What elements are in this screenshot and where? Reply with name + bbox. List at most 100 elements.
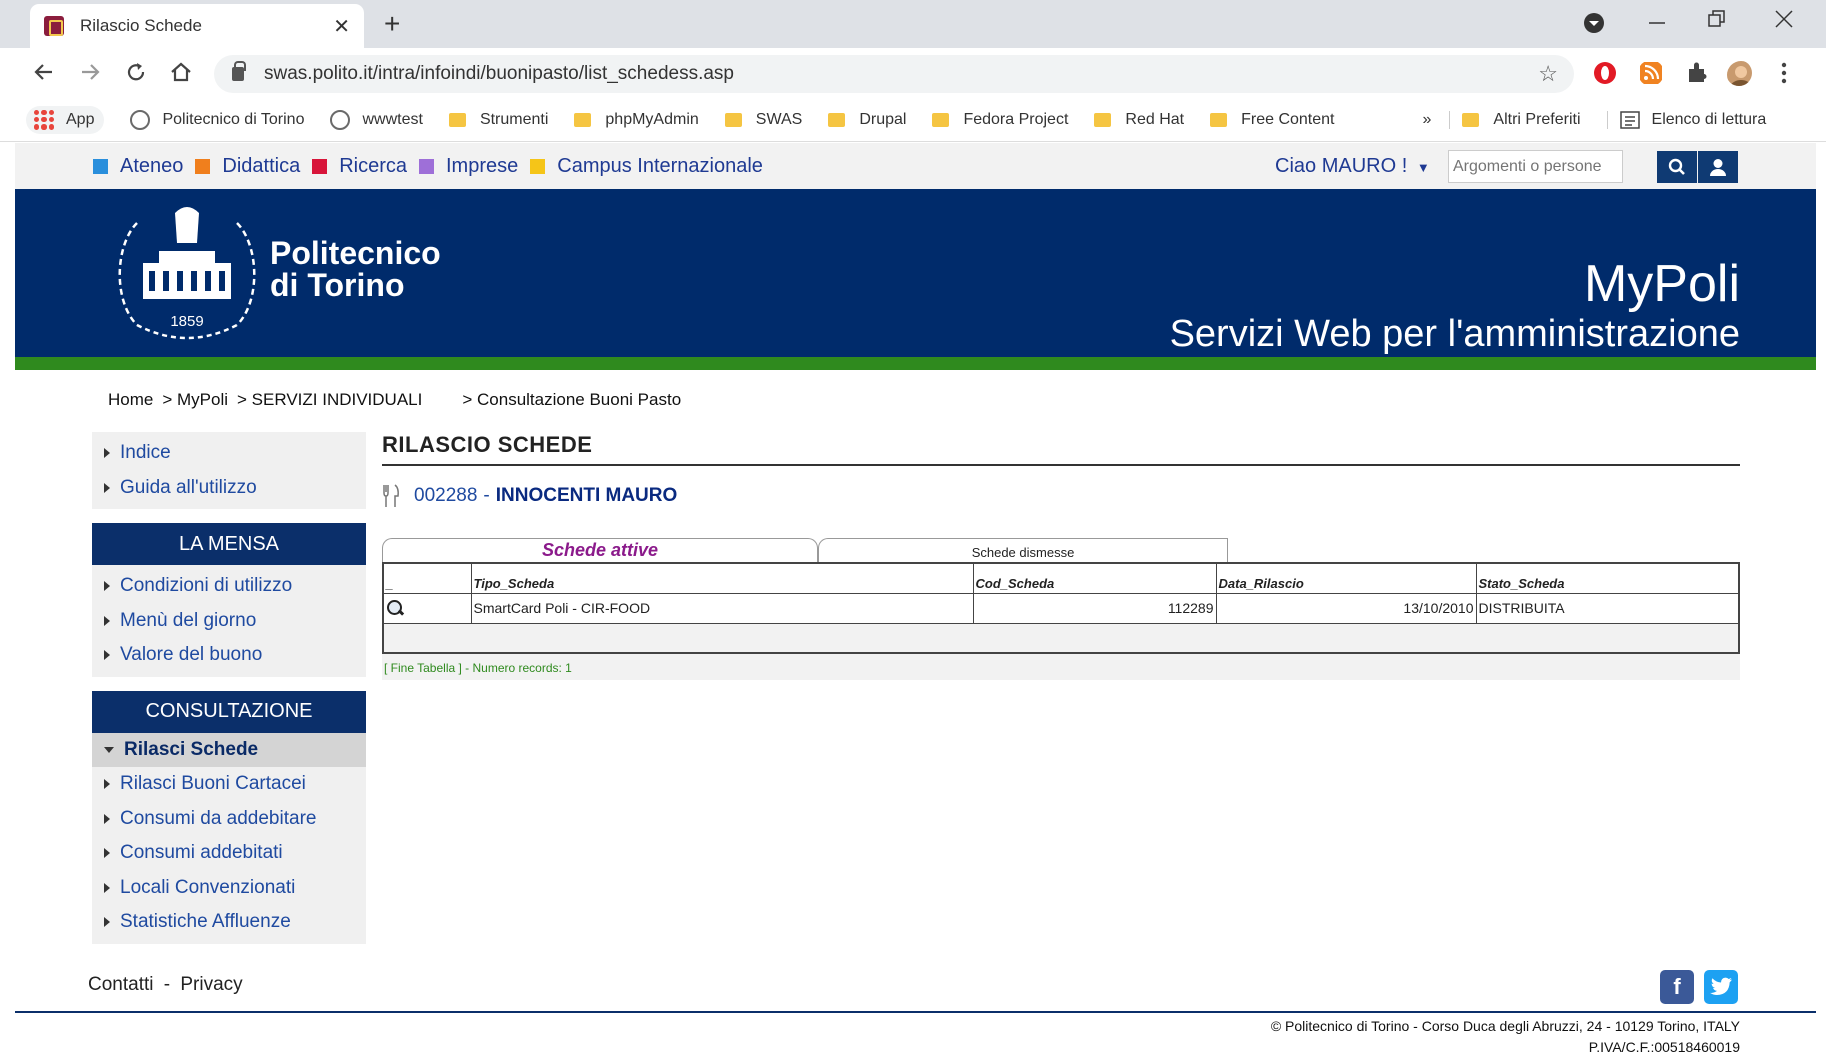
portal-label: Imprese [446,155,519,177]
cell-data-rilascio: 13/10/2010 [1215,592,1477,624]
detail-cell[interactable] [382,592,472,624]
portal-imprese[interactable]: Imprese [419,155,518,178]
triangle-right-icon [104,917,110,928]
bookmark-redhat[interactable]: Red Hat [1094,111,1184,129]
user-login-button[interactable] [1698,151,1738,183]
column-header[interactable]: Tipo_Scheda [470,562,974,594]
bookmark-apps[interactable]: App [26,105,105,134]
opera-extension-icon[interactable] [1592,60,1618,86]
portal-ricerca[interactable]: Ricerca [312,155,407,178]
portal-ateneo[interactable]: Ateneo [93,155,183,178]
sidebar-section-consultazione: CONSULTAZIONE [92,690,366,733]
home-icon[interactable] [168,59,194,85]
triangle-right-icon [104,650,110,661]
user-icon [1710,159,1726,176]
portal-campus[interactable]: Campus Internazionale [530,155,763,178]
breadcrumb-servizi[interactable]: > SERVIZI INDIVIDUALI [237,390,422,410]
bookmark-star-icon[interactable]: ☆ [1538,61,1558,87]
sidebar-item-label: Rilasci Buoni Cartacei [120,773,306,795]
sidebar-item-label: Consumi da addebitare [120,807,317,829]
rss-extension-icon[interactable] [1638,60,1664,86]
bookmark-altri-preferiti[interactable]: Altri Preferiti [1449,110,1581,129]
minimize-icon[interactable] [1648,12,1666,34]
cell-stato-scheda: DISTRIBUITA [1475,592,1740,624]
sidebar-item-menu[interactable]: Menù del giorno [92,604,366,639]
tab-close-icon[interactable]: ✕ [333,14,350,39]
portal-topbar: Ateneo Didattica Ricerca Imprese Campus … [15,143,1816,189]
column-header[interactable]: Data_Rilascio [1215,562,1477,594]
browser-tab[interactable]: Rilascio Schede ✕ [30,4,364,48]
politecnico-seal-logo[interactable]: 1859 [107,201,267,346]
matricola: 002288 [414,485,478,506]
site-globe-icon [130,109,151,130]
back-icon[interactable] [32,60,56,84]
sidebar-item-rilasci-schede[interactable]: Rilasci Schede [92,732,366,767]
sidebar-item-valore[interactable]: Valore del buono [92,638,366,673]
triangle-right-icon [104,448,110,459]
triangle-right-icon [104,482,110,493]
triangle-right-icon [104,779,110,790]
lock-icon [232,61,246,81]
sidebar-item-condizioni[interactable]: Condizioni di utilizzo [92,569,366,604]
bookmark-strumenti[interactable]: Strumenti [448,111,548,129]
bookmark-wwwtest[interactable]: wwwtest [330,109,423,130]
tab-title: Rilascio Schede [80,16,202,35]
bookmark-drupal[interactable]: Drupal [828,111,906,129]
bookmark-swas[interactable]: SWAS [724,111,802,129]
search-button[interactable] [1657,151,1697,183]
site-globe-icon [330,109,351,130]
reload-icon[interactable] [124,60,148,84]
sidebar-item-indice[interactable]: Indice [92,436,366,471]
bookmark-label: Drupal [859,110,907,128]
sidebar-item-guida[interactable]: Guida all'utilizzo [92,471,366,506]
account-menu-icon[interactable] [1583,12,1605,34]
twitter-icon[interactable] [1704,970,1738,1004]
extensions-puzzle-icon[interactable] [1684,60,1710,86]
more-bookmarks-chevron-icon[interactable]: » [1422,111,1431,129]
copyright-address: © Politecnico di Torino - Corso Duca deg… [1270,1018,1740,1034]
forward-icon[interactable] [78,60,102,84]
folder-icon [1210,112,1228,127]
breadcrumb-home[interactable]: Home [108,390,153,410]
address-bar[interactable]: swas.polito.it/intra/infoindi/buonipasto… [214,55,1574,93]
new-tab-button[interactable]: + [384,8,400,40]
sidebar-item-label: Statistiche Affluenze [120,911,291,933]
color-square-icon [195,159,211,174]
restore-icon[interactable] [1708,10,1726,28]
tab-schede-attive[interactable]: Schede attive [382,538,818,562]
folder-icon [574,112,592,127]
folder-icon [448,112,466,127]
contatti-link[interactable]: Contatti [88,974,153,995]
bookmark-politecnico[interactable]: Politecnico di Torino [130,109,304,130]
portal-didattica[interactable]: Didattica [195,155,300,178]
tab-schede-dismesse[interactable]: Schede dismesse [818,538,1228,562]
sidebar-consultazione: Rilasci Schede Rilasci Buoni Cartacei Co… [92,732,366,944]
close-window-icon[interactable] [1775,10,1793,28]
browser-menu-icon[interactable] [1778,60,1804,86]
cell-cod-scheda: 112289 [972,592,1217,624]
sidebar-item-consumi-addebitati[interactable]: Consumi addebitati [92,836,366,871]
column-header[interactable]: Cod_Scheda [972,562,1217,594]
bookmark-fedora[interactable]: Fedora Project [932,111,1068,129]
facebook-icon[interactable]: f [1660,970,1694,1004]
sidebar-item-statistiche[interactable]: Statistiche Affluenze [92,905,366,940]
browser-tab-strip: Rilascio Schede ✕ + [0,0,1826,48]
bookmark-label: Elenco di lettura [1651,110,1767,128]
reading-list[interactable]: Elenco di lettura [1606,110,1767,129]
privacy-link[interactable]: Privacy [180,974,242,995]
institution-name-line1: Politecnico [270,235,441,271]
breadcrumb-mypoli[interactable]: > MyPoli [162,390,228,410]
column-header[interactable]: Stato_Scheda [1475,562,1740,594]
user-greeting-menu[interactable]: Ciao MAURO ! ▼ [1275,155,1430,178]
sidebar-item-consumi-da-addebitare[interactable]: Consumi da addebitare [92,802,366,837]
bookmark-free-content[interactable]: Free Content [1210,111,1334,129]
profile-avatar[interactable] [1726,60,1752,86]
sidebar-item-buoni-cartacei[interactable]: Rilasci Buoni Cartacei [92,767,366,802]
sidebar-mensa: Condizioni di utilizzo Menù del giorno V… [92,565,366,677]
bookmark-phpmyadmin[interactable]: phpMyAdmin [574,111,699,129]
sidebar-item-locali[interactable]: Locali Convenzionati [92,871,366,906]
magnifier-icon[interactable] [386,599,404,617]
separator: - [163,974,171,995]
copyright-vat: P.IVA/C.F.:00518460019 [1588,1039,1740,1052]
search-input[interactable] [1448,150,1623,183]
